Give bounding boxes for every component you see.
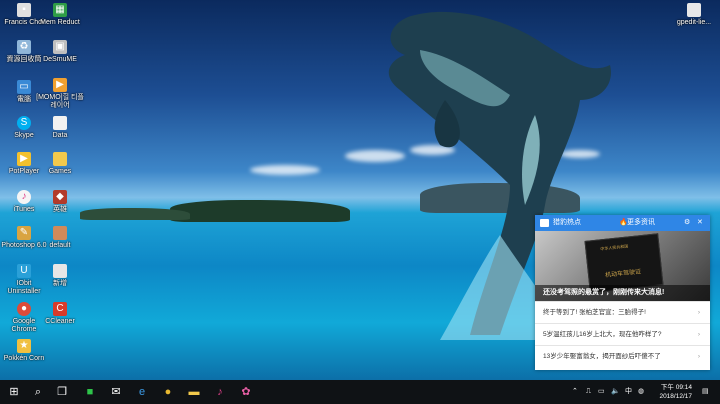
desktop-icon-label: gpedit-lie... bbox=[676, 19, 712, 26]
chevron-right-icon: › bbox=[697, 331, 700, 338]
chrome-icon[interactable]: ● bbox=[156, 380, 180, 404]
clock-time: 下午 09:14 bbox=[660, 384, 692, 391]
skype-icon: S bbox=[17, 116, 31, 130]
network-icon[interactable]: ⎍ bbox=[586, 380, 591, 404]
file-icon bbox=[53, 264, 67, 278]
news-headline[interactable]: 还没考驾照的悬赏了，刚刚传来大消息! bbox=[535, 285, 710, 301]
itunes-icon: ♪ bbox=[17, 190, 31, 204]
news-item-text: 5岁温红孩儿16岁上北大，现在他咋样了? bbox=[543, 331, 662, 338]
mail-icon[interactable]: ✉ bbox=[104, 380, 128, 404]
notification-center-icon[interactable]: ▤ bbox=[702, 380, 709, 404]
desktop-icon-desmume[interactable]: ▣ DeSmuME bbox=[36, 40, 84, 64]
pokken-icon: ★ bbox=[17, 339, 31, 353]
news-item-text: 13岁少年娶富翁女，揭开面纱后吓傻不了 bbox=[543, 353, 661, 360]
game-icon: ◆ bbox=[53, 190, 67, 204]
desktop-icon-label: 電腦 bbox=[17, 96, 31, 103]
desktop-icon-label: 新增 bbox=[53, 280, 67, 287]
ccleaner-icon: C bbox=[53, 302, 67, 316]
wallpaper-island bbox=[170, 200, 350, 222]
desktop-icon-pokken[interactable]: ★ Pokkén Corn bbox=[0, 339, 48, 363]
file-icon bbox=[53, 116, 67, 130]
desktop-icon-new[interactable]: 新增 bbox=[36, 264, 84, 288]
itunes-icon[interactable]: ♪ bbox=[208, 380, 232, 404]
news-item-text: 终于等到了! 张柏芝官宣：三胎得子! bbox=[543, 309, 646, 316]
desktop-icon-hero[interactable]: ◆ 英雄 bbox=[36, 190, 84, 214]
desktop-icon-label: Pokkén Corn bbox=[3, 355, 45, 362]
news-popup: 猎豹热点 🔥 更多资讯 ⚙ ✕ 中华人民共和国 机动车驾驶证 还没考驾照的悬赏了… bbox=[535, 215, 710, 370]
wallpaper-island bbox=[80, 208, 190, 220]
chrome-icon: ● bbox=[17, 302, 31, 316]
gear-icon[interactable]: ⚙ bbox=[684, 215, 690, 231]
desktop-icon-gpedit[interactable]: gpedit-lie... bbox=[670, 3, 718, 27]
shortcut-icon bbox=[687, 3, 701, 17]
chevron-up-icon[interactable]: ⌃ bbox=[572, 380, 578, 404]
task-view-icon[interactable]: ❐ bbox=[50, 380, 74, 404]
desktop-icon-label: Games bbox=[48, 168, 72, 175]
memreduct-icon: ▦ bbox=[53, 3, 67, 17]
potplayer-icon: ▶ bbox=[17, 152, 31, 166]
taskbar-clock[interactable]: 下午 09:14 2018/12/17 bbox=[650, 383, 692, 401]
desktop-icon-label: DeSmuME bbox=[43, 56, 77, 63]
news-logo-icon bbox=[540, 219, 549, 227]
desktop-icon-label: PotPlayer bbox=[8, 168, 40, 175]
desmume-icon: ▣ bbox=[53, 40, 67, 54]
file-explorer-icon[interactable]: ▬ bbox=[182, 380, 206, 404]
file-icon bbox=[53, 226, 67, 240]
desktop-icon-label: CCleaner bbox=[45, 318, 75, 325]
folder-icon bbox=[53, 152, 67, 166]
card-main-text: 机动车驾驶证 bbox=[604, 269, 642, 280]
uninstaller-icon: U bbox=[17, 264, 31, 278]
volume-icon[interactable]: 🔈 bbox=[611, 380, 620, 404]
desktop-icon-mem-reduct[interactable]: ▦ Mem Reduct bbox=[36, 3, 84, 27]
chevron-right-icon: › bbox=[697, 309, 700, 316]
clock-date: 2018/12/17 bbox=[659, 393, 692, 400]
desktop-icon-games[interactable]: Games bbox=[36, 152, 84, 176]
close-icon[interactable]: ✕ bbox=[697, 215, 703, 231]
desktop-icon-label: Skype bbox=[14, 132, 34, 139]
search-icon[interactable]: ⌕ bbox=[26, 380, 50, 404]
player-icon: ▶ bbox=[53, 78, 67, 92]
desktop-icon-label: [MOMO]힐 티플레이어 bbox=[36, 94, 84, 109]
popup-title: 猎豹热点 bbox=[553, 219, 581, 226]
desktop-wallpaper: ▪ Francis Choi ▦ Mem Reduct ♻ 資源回收筒 ▣ De… bbox=[0, 0, 720, 380]
popup-header: 猎豹热点 🔥 更多资讯 ⚙ ✕ bbox=[535, 215, 710, 231]
recycle-bin-icon: ♻ bbox=[17, 40, 31, 54]
desktop-icon-label: default bbox=[49, 242, 71, 249]
taskbar: ⊞ ⌕ ❐ ■ ✉ e ● ▬ ♪ ✿ ⌃ ⎍ ▭ 🔈 中 ◍ 下午 09:14… bbox=[0, 380, 720, 404]
folder-user-icon: ▪ bbox=[17, 3, 31, 17]
desktop-icon-label: Data bbox=[52, 132, 68, 139]
desktop-icon-momo-player[interactable]: ▶ [MOMO]힐 티플레이어 bbox=[36, 78, 84, 110]
battery-icon[interactable]: ▭ bbox=[598, 380, 605, 404]
desktop-icon-default[interactable]: default bbox=[36, 226, 84, 250]
license-card-image: 中华人民共和国 机动车驾驶证 bbox=[584, 233, 664, 293]
edge-browser-icon[interactable]: e bbox=[130, 380, 154, 404]
start-windows-icon[interactable]: ⊞ bbox=[2, 380, 26, 404]
desktop-icon-label: Google Chrome bbox=[11, 318, 37, 333]
paint-app-icon[interactable]: ✿ bbox=[234, 380, 258, 404]
desktop-icon-label: iTunes bbox=[13, 206, 35, 213]
ime-indicator[interactable]: 中 bbox=[625, 380, 632, 404]
chevron-right-icon: › bbox=[697, 353, 700, 360]
news-list-item[interactable]: 5岁温红孩儿16岁上北大，现在他咋样了? › bbox=[535, 323, 710, 345]
line-app-icon[interactable]: ■ bbox=[78, 380, 102, 404]
wallpaper-cloud bbox=[250, 165, 320, 175]
photoshop-icon: ✎ bbox=[17, 226, 31, 240]
news-list-item[interactable]: 终于等到了! 张柏芝官宣：三胎得子! › bbox=[535, 301, 710, 323]
news-featured-image[interactable]: 中华人民共和国 机动车驾驶证 还没考驾照的悬赏了，刚刚传来大消息! bbox=[535, 231, 710, 301]
computer-icon: ▭ bbox=[17, 80, 31, 94]
card-top-text: 中华人民共和国 bbox=[600, 243, 629, 252]
desktop-icon-data[interactable]: Data bbox=[36, 116, 84, 140]
news-list-item[interactable]: 13岁少年娶富翁女，揭开面纱后吓傻不了 › bbox=[535, 345, 710, 367]
more-news-link[interactable]: 更多资讯 bbox=[627, 215, 655, 231]
desktop-icon-label: Mem Reduct bbox=[40, 19, 80, 26]
desktop-icon-ccleaner[interactable]: C CCleaner bbox=[36, 302, 84, 326]
tray-app-icon[interactable]: ◍ bbox=[638, 380, 644, 404]
desktop-icon-label: 英雄 bbox=[53, 206, 67, 213]
